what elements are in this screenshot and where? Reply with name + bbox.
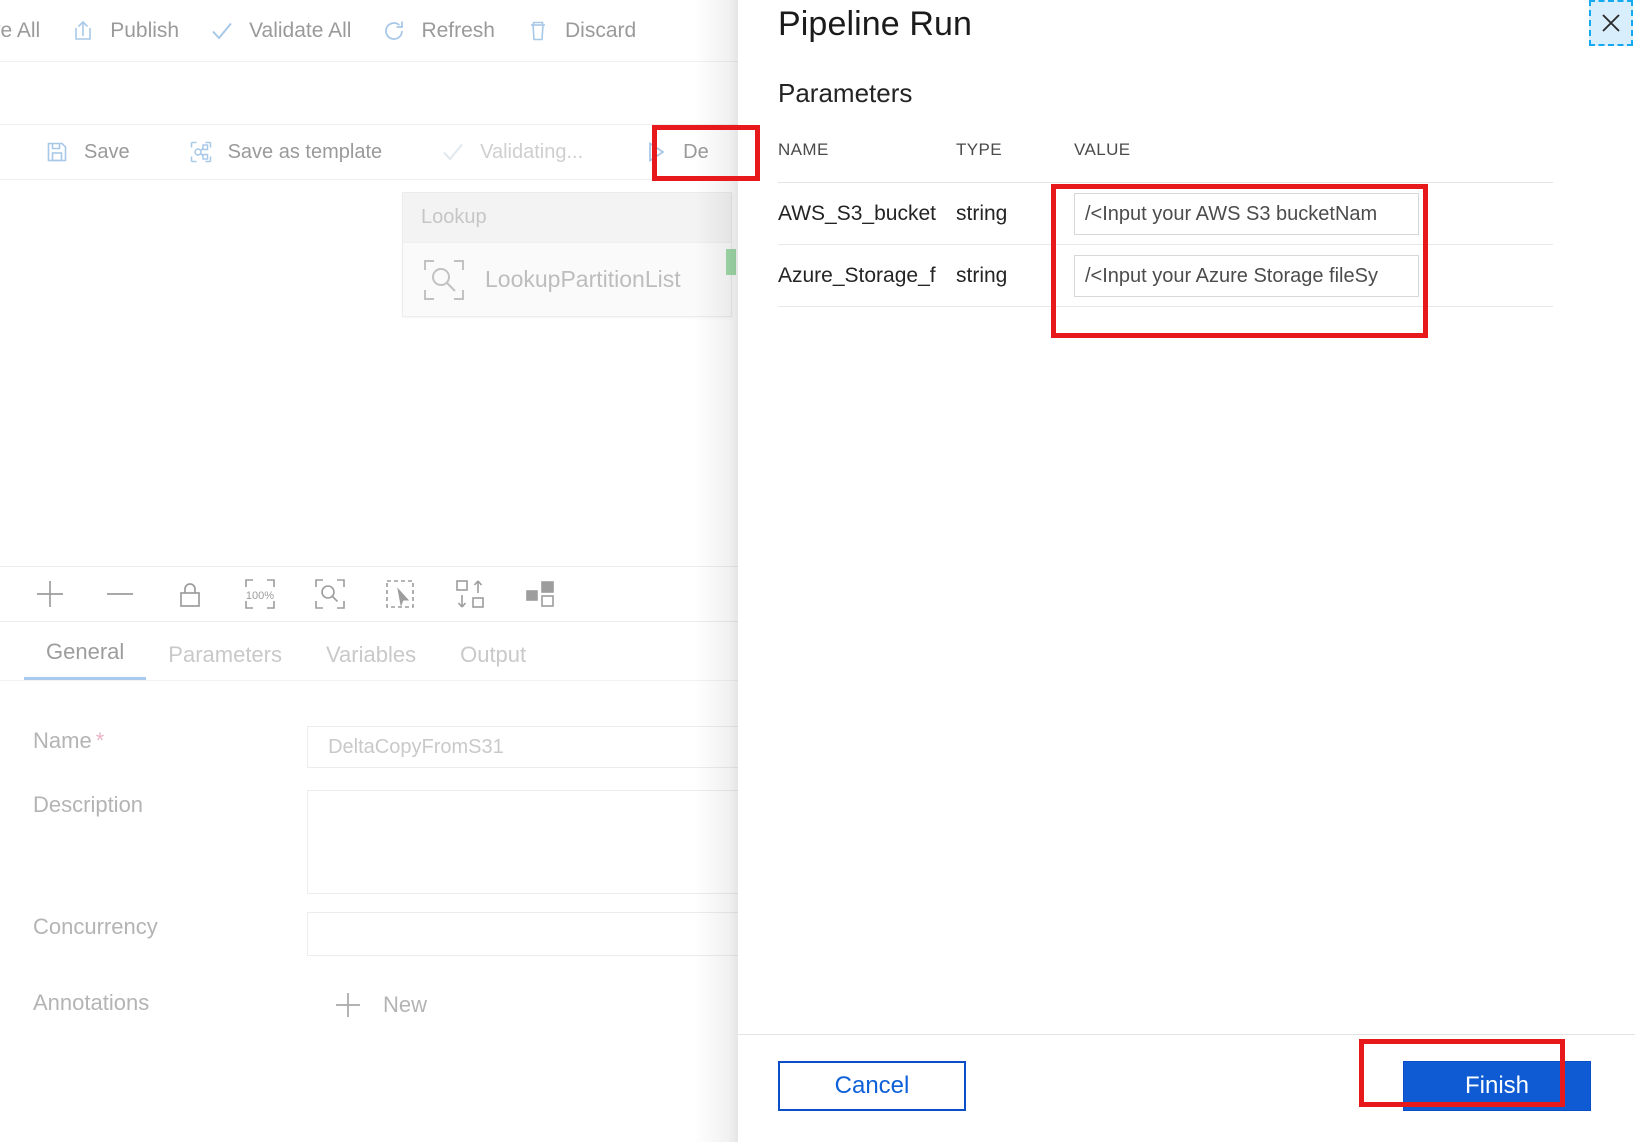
form-row-name: Name * DeltaCopyFromS31: [0, 726, 760, 768]
zoom-to-fit-icon[interactable]: [308, 572, 352, 616]
name-label-text: Name: [33, 728, 92, 753]
page-title: Pipeline Run: [778, 5, 972, 43]
parameter-value-input-1[interactable]: /<Input your Azure Storage fileSy: [1074, 254, 1419, 297]
pipeline-command-bar: Save Save as template Validating... De: [0, 124, 760, 180]
save-all-button[interactable]: ve All: [0, 0, 54, 62]
parameter-type-0: string: [956, 201, 1008, 225]
validate-all-button[interactable]: Validate All: [193, 0, 365, 62]
name-input[interactable]: DeltaCopyFromS31: [307, 726, 760, 768]
pipeline-run-flyout: Pipeline Run Parameters NAME TYPE VALUE …: [738, 0, 1635, 1142]
tab-general[interactable]: General: [24, 639, 147, 680]
parameter-name-1: Azure_Storage_fi: [778, 263, 936, 287]
auto-align-icon[interactable]: [448, 572, 492, 616]
tab-output[interactable]: Output: [438, 642, 548, 680]
cell-parameter-type: string: [956, 182, 1074, 245]
concurrency-input[interactable]: [307, 912, 760, 956]
canvas-zoom-toolbar: 100%: [0, 566, 760, 622]
activity-name-label: LookupPartitionList: [485, 266, 681, 292]
close-x-icon: [1598, 10, 1624, 36]
concurrency-label: Concurrency: [33, 914, 158, 939]
parameter-type-1: string: [956, 263, 1008, 287]
svg-text:100%: 100%: [246, 590, 274, 602]
table-row: Azure_Storage_fi string /<Input your Azu…: [778, 244, 1553, 307]
form-row-annotations: Annotations New: [0, 988, 760, 1022]
debug-label: De: [683, 140, 709, 163]
annotations-new-button[interactable]: New: [318, 988, 427, 1022]
template-share-icon: [186, 137, 216, 167]
save-as-template-button[interactable]: Save as template: [172, 124, 397, 180]
publish-upload-icon: [68, 16, 98, 46]
refresh-icon: [379, 16, 409, 46]
table-row: AWS_S3_bucketN string /<Input your AWS S…: [778, 182, 1553, 245]
debug-button[interactable]: De: [627, 124, 723, 180]
adf-authoring-canvas: ve All Publish Validat: [0, 0, 760, 1142]
activity-type-label: Lookup: [403, 193, 731, 243]
close-button[interactable]: [1589, 0, 1633, 46]
cancel-button[interactable]: Cancel: [778, 1061, 966, 1111]
lookup-magnifier-icon: [421, 257, 467, 303]
refresh-button[interactable]: Refresh: [365, 0, 509, 62]
parameter-name-0: AWS_S3_bucketN: [778, 201, 936, 225]
publish-label: Publish: [110, 18, 180, 42]
validating-label: Validating...: [480, 140, 584, 163]
save-as-template-label: Save as template: [227, 140, 383, 163]
play-triangle-icon: [641, 137, 671, 167]
zoom-in-icon[interactable]: [28, 572, 72, 616]
activity-card-lookup[interactable]: Lookup LookupPartitionList: [402, 192, 736, 317]
checkmark-icon: [207, 16, 237, 46]
form-row-description: Description: [0, 790, 760, 894]
flyout-footer: Cancel Finish: [738, 1034, 1635, 1142]
floppy-save-icon: [42, 137, 72, 167]
required-marker: *: [95, 728, 105, 753]
tab-variables[interactable]: Variables: [304, 642, 438, 680]
tab-parameters[interactable]: Parameters: [146, 642, 304, 680]
properties-tab-strip: General Parameters Variables Output: [0, 623, 760, 681]
cell-parameter-value: /<Input your AWS S3 bucketNam: [1074, 182, 1553, 245]
annotations-new-label: New: [383, 992, 428, 1017]
column-header-type: TYPE: [956, 140, 1074, 183]
description-label: Description: [33, 792, 144, 817]
activity-output-port[interactable]: [726, 249, 736, 275]
cell-parameter-name: Azure_Storage_fi: [778, 244, 956, 307]
factory-command-bar: ve All Publish Validat: [0, 0, 760, 62]
marquee-select-icon[interactable]: [378, 572, 422, 616]
zoom-out-icon[interactable]: [98, 572, 142, 616]
table-header-row: NAME TYPE VALUE: [778, 140, 1553, 183]
trash-icon: [523, 16, 553, 46]
column-header-name: NAME: [778, 140, 956, 183]
flyout-body: Parameters NAME TYPE VALUE AWS_S3_bucket: [738, 60, 1635, 1034]
cell-parameter-value: /<Input your Azure Storage fileSy: [1074, 244, 1553, 307]
pipeline-graph-canvas[interactable]: Lookup LookupPartitionList: [0, 181, 760, 566]
discard-button[interactable]: Discard: [509, 0, 650, 62]
zoom-100-percent-icon[interactable]: 100%: [238, 572, 282, 616]
refresh-label: Refresh: [421, 18, 495, 42]
save-label: Save: [84, 140, 130, 163]
name-label: Name *: [0, 726, 307, 756]
save-all-label: ve All: [0, 18, 41, 42]
layout-icon[interactable]: [518, 572, 562, 616]
flyout-header: Pipeline Run: [738, 0, 1635, 60]
parameters-table: NAME TYPE VALUE AWS_S3_bucketN string /<…: [778, 140, 1553, 307]
publish-button[interactable]: Publish: [54, 0, 193, 62]
lock-icon[interactable]: [168, 572, 212, 616]
validating-status: Validating...: [424, 124, 597, 180]
activity-body: LookupPartitionList: [403, 243, 731, 316]
properties-general-form: Name * DeltaCopyFromS31 Description Concu…: [0, 700, 760, 1142]
save-button[interactable]: Save: [0, 124, 144, 180]
checkmark-icon: [438, 137, 468, 167]
parameters-heading: Parameters: [778, 78, 913, 108]
plus-icon: [331, 988, 365, 1022]
validate-all-label: Validate All: [249, 18, 352, 42]
form-row-concurrency: Concurrency: [0, 912, 760, 956]
cell-parameter-name: AWS_S3_bucketN: [778, 182, 956, 245]
app-root: ve All Publish Validat: [0, 0, 1635, 1142]
cell-parameter-type: string: [956, 244, 1074, 307]
column-header-value: VALUE: [1074, 140, 1553, 183]
finish-button[interactable]: Finish: [1403, 1061, 1591, 1111]
parameter-value-input-0[interactable]: /<Input your AWS S3 bucketNam: [1074, 192, 1419, 235]
discard-label: Discard: [564, 18, 637, 42]
description-textarea[interactable]: [307, 790, 760, 894]
annotations-label: Annotations: [33, 990, 150, 1015]
